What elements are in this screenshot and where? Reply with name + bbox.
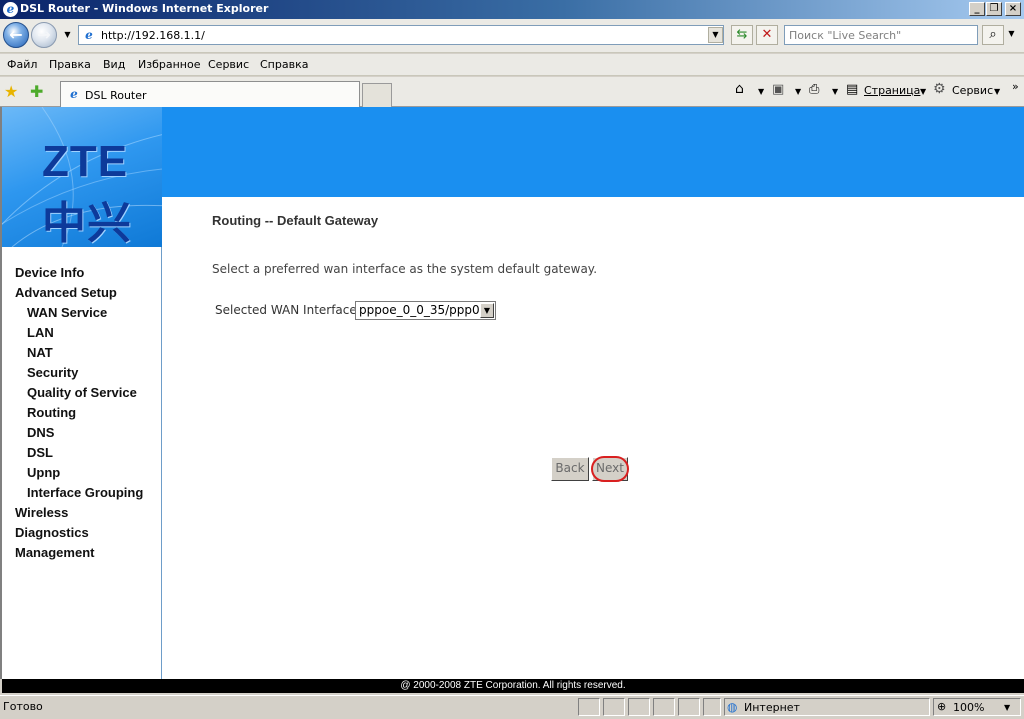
history-dropdown-icon[interactable]: ▼: [60, 28, 75, 44]
restore-button[interactable]: ❐: [986, 2, 1002, 16]
status-cell: [653, 698, 675, 716]
title-bar: e DSL Router - Windows Internet Explorer…: [0, 0, 1024, 19]
page-icon: e: [85, 28, 93, 42]
logo-panel: ZTE中兴: [2, 107, 162, 247]
back-arrow-icon[interactable]: ←: [3, 22, 29, 48]
feeds-dropdown-icon[interactable]: ▼: [795, 87, 801, 96]
sidebar-item-lan[interactable]: LAN: [27, 325, 54, 340]
address-dropdown-icon[interactable]: ▼: [708, 27, 723, 43]
next-highlight-ring: [591, 456, 629, 482]
favorites-star-icon[interactable]: ★: [4, 82, 18, 101]
zoom-control[interactable]: ⊕ 100% ▼: [933, 698, 1021, 716]
ie-icon: e: [3, 2, 18, 17]
refresh-icon[interactable]: ⇆: [731, 25, 753, 45]
search-icon[interactable]: ⌕: [982, 25, 1004, 45]
copyright-footer: @ 2000-2008 ZTE Corporation. All rights …: [2, 679, 1024, 693]
status-cell: [578, 698, 600, 716]
print-dropdown-icon[interactable]: ▼: [832, 87, 838, 96]
back-button[interactable]: Back: [551, 457, 589, 481]
page-menu-icon[interactable]: ▤: [846, 82, 858, 97]
sidebar-item-routing[interactable]: Routing: [27, 405, 76, 420]
search-placeholder: Поиск "Live Search": [789, 29, 902, 42]
zoom-dropdown-icon: ▼: [1004, 703, 1011, 712]
globe-icon: ◍: [727, 700, 738, 714]
status-bar: Готово ◍ Интернет ⊕ 100% ▼: [0, 695, 1024, 719]
sidebar-item-management[interactable]: Management: [15, 545, 94, 560]
address-input[interactable]: e http://192.168.1.1/: [78, 25, 724, 45]
page-dropdown-icon[interactable]: ▼: [920, 87, 926, 96]
gear-icon[interactable]: ⚙: [933, 81, 946, 97]
tab-title: DSL Router: [85, 89, 147, 102]
menu-view[interactable]: Вид: [103, 58, 125, 71]
tab-bar: ★ ✚ e DSL Router ⌂ ▼ ▣ ▼ ⎙ ▼ ▤ Страница …: [0, 77, 1024, 107]
sidebar-item-diagnostics[interactable]: Diagnostics: [15, 525, 89, 540]
status-text: Готово: [3, 700, 43, 713]
add-favorites-icon[interactable]: ✚: [30, 82, 43, 101]
status-cell: [603, 698, 625, 716]
sidebar-item-wireless[interactable]: Wireless: [15, 505, 68, 520]
sidebar-item-interface-grouping[interactable]: Interface Grouping: [27, 485, 143, 500]
tab-dsl-router[interactable]: e DSL Router: [60, 81, 360, 107]
zoom-level: 100%: [953, 701, 985, 714]
menu-file[interactable]: Файл: [7, 58, 37, 71]
window-title: DSL Router - Windows Internet Explorer: [20, 2, 269, 15]
wan-interface-label: Selected WAN Interface: [215, 303, 357, 317]
menu-help[interactable]: Справка: [260, 58, 308, 71]
menu-favorites[interactable]: Избранное: [138, 58, 200, 71]
tab-page-icon: e: [70, 87, 78, 101]
page-description: Select a preferred wan interface as the …: [212, 262, 598, 276]
url-text: http://192.168.1.1/: [101, 29, 205, 42]
search-options-icon[interactable]: ▼: [1004, 27, 1019, 43]
security-zone[interactable]: ◍ Интернет: [724, 698, 930, 716]
forward-arrow-icon[interactable]: →: [31, 22, 57, 48]
page-title: Routing -- Default Gateway: [212, 213, 379, 228]
zte-logo: ZTE中兴: [42, 137, 132, 247]
sidebar-item-nat[interactable]: NAT: [27, 345, 53, 360]
status-cell: [628, 698, 650, 716]
address-toolbar: ← → ▼ e http://192.168.1.1/ ▼ ⇆ ✕ Поиск …: [0, 19, 1024, 53]
sidebar-item-upnp[interactable]: Upnp: [27, 465, 60, 480]
stop-icon[interactable]: ✕: [756, 25, 778, 45]
chevron-down-icon[interactable]: ▼: [480, 303, 494, 318]
page-menu[interactable]: Страница: [864, 84, 920, 97]
close-button[interactable]: ×: [1005, 2, 1021, 16]
sidebar-item-advanced-setup[interactable]: Advanced Setup: [15, 285, 117, 300]
menu-bar: Файл Правка Вид Избранное Сервис Справка: [0, 54, 1024, 76]
sidebar-item-wan-service[interactable]: WAN Service: [27, 305, 107, 320]
search-input[interactable]: Поиск "Live Search": [784, 25, 978, 45]
wan-interface-select[interactable]: pppoe_0_0_35/ppp0 ▼: [355, 301, 496, 320]
tools-dropdown-icon[interactable]: ▼: [994, 87, 1000, 96]
print-icon[interactable]: ⎙: [809, 82, 819, 97]
tools-menu[interactable]: Сервис: [952, 84, 993, 97]
new-tab-button[interactable]: [362, 83, 392, 107]
home-icon[interactable]: ⌂: [735, 81, 744, 97]
sidebar-item-quality-of-service[interactable]: Quality of Service: [27, 385, 137, 400]
sidebar-item-device-info[interactable]: Device Info: [15, 265, 84, 280]
zone-label: Интернет: [744, 701, 800, 714]
sidebar-item-dns[interactable]: DNS: [27, 425, 54, 440]
home-dropdown-icon[interactable]: ▼: [758, 87, 764, 96]
menu-tools[interactable]: Сервис: [208, 58, 249, 71]
minimize-button[interactable]: _: [969, 2, 985, 16]
wan-interface-value: pppoe_0_0_35/ppp0: [359, 303, 480, 317]
sidebar-item-security[interactable]: Security: [27, 365, 78, 380]
zoom-icon: ⊕: [937, 700, 947, 713]
sidebar-item-dsl[interactable]: DSL: [27, 445, 53, 460]
toolbar-overflow-icon[interactable]: »: [1012, 80, 1019, 93]
status-cell: [678, 698, 700, 716]
status-cell: [703, 698, 721, 716]
feeds-icon[interactable]: ▣: [772, 82, 784, 97]
menu-edit[interactable]: Правка: [49, 58, 91, 71]
